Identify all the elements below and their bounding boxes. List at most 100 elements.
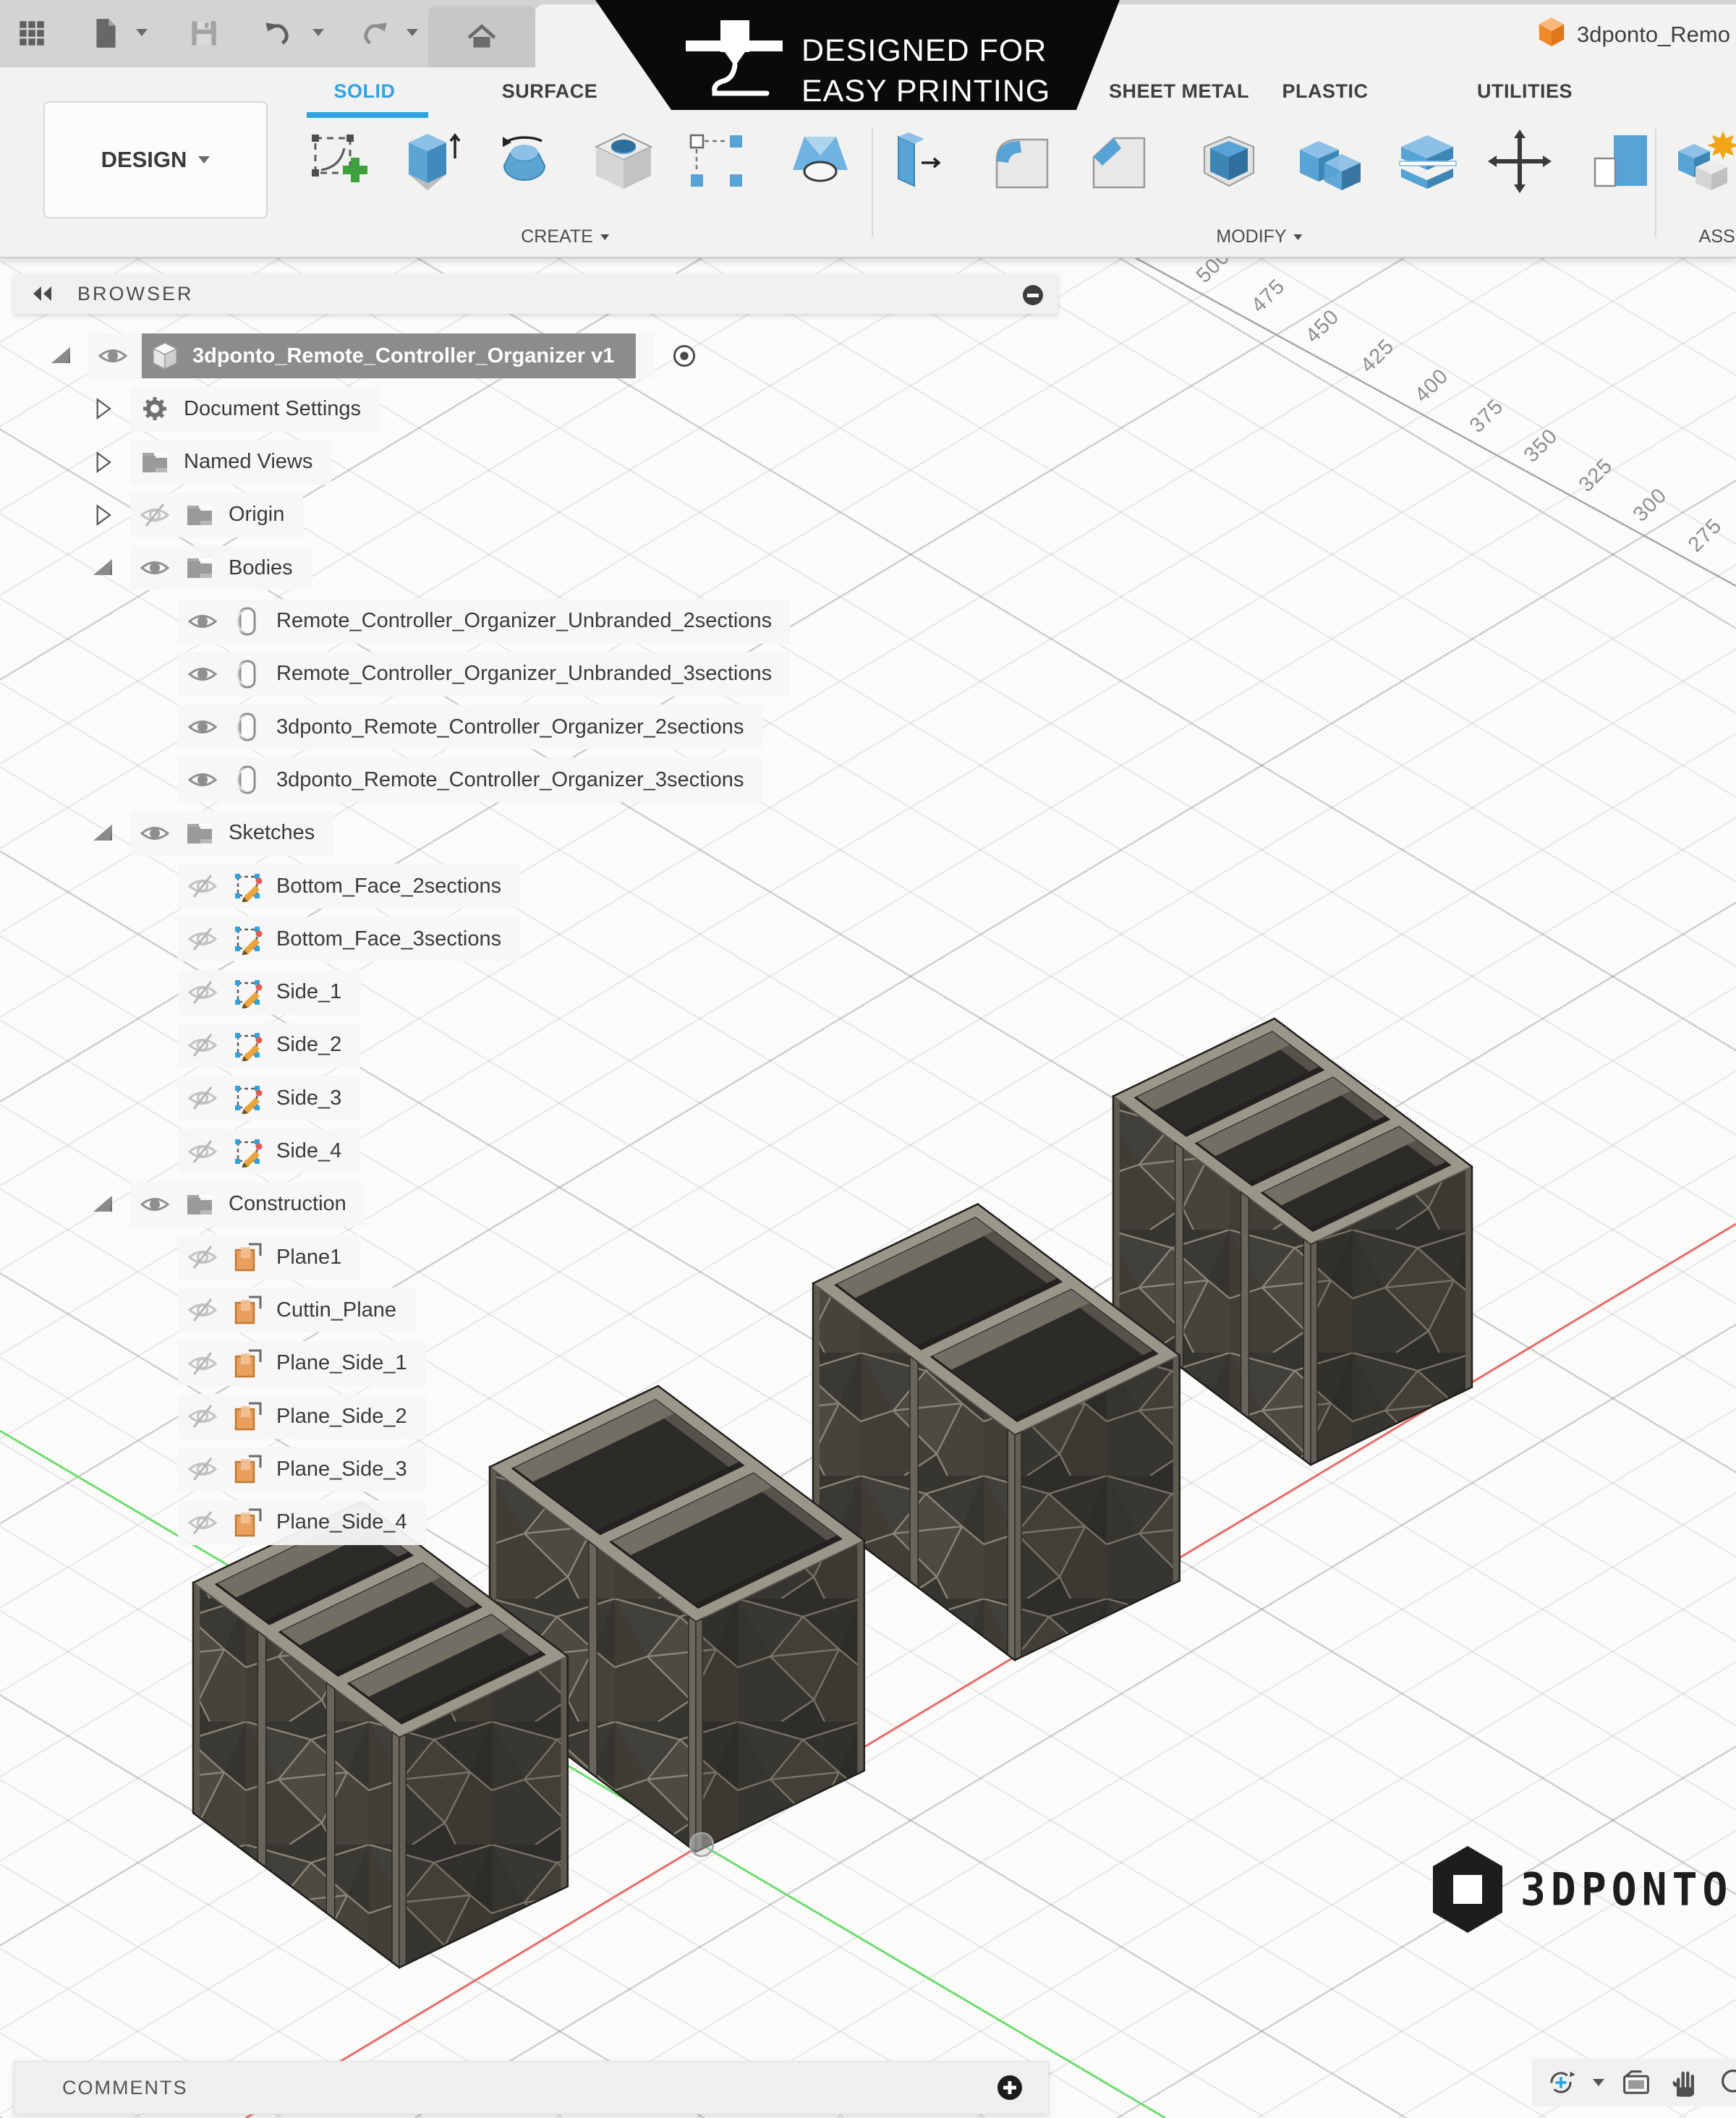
browser-row-plane-side-3[interactable]: Plane_Side_3 [178, 1446, 426, 1492]
folder-icon [184, 552, 216, 584]
create-sketch-icon [305, 128, 372, 195]
eye-off-icon [187, 1082, 218, 1114]
minimize-panel-icon[interactable] [1021, 284, 1044, 307]
file-caret-icon[interactable] [136, 29, 148, 36]
row-label: Side_3 [276, 1086, 341, 1110]
group-divider [872, 129, 873, 237]
eye-on-icon [97, 340, 129, 372]
browser-header[interactable]: BROWSER [14, 273, 1058, 314]
browser-row-plane-side-1[interactable]: Plane_Side_1 [178, 1340, 426, 1387]
row-label: Plane_Side_1 [276, 1351, 407, 1375]
browser-row-side-2[interactable]: Side_2 [178, 1022, 360, 1068]
tool-move-copy[interactable] [1484, 124, 1556, 199]
tool-shell[interactable] [1193, 124, 1265, 199]
tool-revolve[interactable] [488, 124, 561, 199]
tri-closed-icon [88, 448, 117, 477]
nav-orbit-icon[interactable] [1544, 2065, 1578, 2100]
undo-icon[interactable] [260, 16, 295, 51]
undo-caret-icon[interactable] [312, 29, 324, 36]
browser-row-bodies[interactable]: Bodies [88, 545, 312, 591]
browser-row-3dponto-remote-controller-organizer-2sections[interactable]: 3dponto_Remote_Controller_Organizer_2sec… [178, 704, 762, 750]
browser-row-sketches[interactable]: Sketches [88, 810, 333, 856]
group-label-create[interactable]: CREATE [521, 226, 609, 247]
eye-off-icon [187, 1507, 218, 1539]
plane-icon [231, 1294, 263, 1326]
tri-closed-icon [88, 501, 117, 530]
design-menu-label: DESIGN [101, 147, 187, 173]
browser-row-plane-side-4[interactable]: Plane_Side_4 [178, 1500, 426, 1546]
move-copy-icon [1486, 128, 1553, 195]
save-icon [187, 17, 221, 50]
tool-combine[interactable] [1294, 124, 1366, 199]
row-label: Side_1 [276, 980, 341, 1004]
group-label-modify[interactable]: MODIFY [1216, 226, 1302, 247]
row-label: Sketches [229, 821, 315, 845]
redo-caret-icon[interactable] [407, 29, 418, 36]
home-tab[interactable] [428, 6, 535, 67]
browser-row-side-4[interactable]: Side_4 [178, 1128, 360, 1175]
browser-row-origin[interactable]: Origin [88, 492, 303, 538]
folder-icon [184, 817, 216, 849]
home-icon [465, 20, 498, 54]
document-cube-icon [1536, 14, 1567, 55]
document-tab[interactable]: 3dponto_Remo [535, 4, 1736, 67]
tool-chamfer[interactable] [1082, 124, 1154, 199]
browser-row-3dponto-remote-controller-organizer-3sections[interactable]: 3dponto_Remote_Controller_Organizer_3sec… [178, 757, 762, 803]
tool-new-component[interactable] [1671, 124, 1736, 199]
nav-zoom-icon[interactable] [1717, 2065, 1736, 2100]
design-menu-button[interactable]: DESIGN [43, 101, 268, 218]
tool-press-pull[interactable] [884, 124, 956, 199]
group-label-asse[interactable]: ASSE [1699, 226, 1736, 247]
row-label: Document Settings [184, 397, 361, 421]
tool-form[interactable] [784, 124, 856, 199]
collapse-panel-icon[interactable] [30, 281, 59, 307]
ribbon-tab-solid[interactable]: SOLID [333, 80, 395, 103]
browser-row-cuttin-plane[interactable]: Cuttin_Plane [178, 1287, 415, 1333]
browser-row-document-settings[interactable]: Document Settings [88, 386, 380, 432]
browser-row-3dponto-remote-controller-organizer-v1[interactable]: 3dponto_Remote_Controller_Organizer v1 [46, 333, 701, 379]
tool-split-body[interactable] [1391, 124, 1463, 199]
tool-create-sketch[interactable] [302, 124, 375, 199]
browser-row-remote-controller-organizer-unbranded-3sections[interactable]: Remote_Controller_Organizer_Unbranded_3s… [178, 651, 791, 697]
browser-row-construction[interactable]: Construction [88, 1181, 365, 1228]
shell-icon [1196, 128, 1262, 195]
redo-icon[interactable] [357, 16, 392, 51]
ribbon-tab-surface[interactable]: SURFACE [502, 80, 598, 103]
tool-extrude[interactable] [396, 124, 468, 199]
browser-row-plane1[interactable]: Plane1 [178, 1234, 360, 1280]
ribbon-tab-sheet-metal[interactable]: SHEET METAL [1109, 80, 1249, 103]
eye-off-icon [139, 499, 171, 531]
ribbon-tab-plastic[interactable]: PLASTIC [1282, 80, 1368, 103]
row-label: Bottom_Face_3sections [276, 927, 501, 951]
plane-icon [231, 1241, 263, 1273]
ribbon-tab-utilities[interactable]: UTILITIES [1477, 80, 1573, 103]
browser-row-side-3[interactable]: Side_3 [178, 1075, 360, 1121]
row-label: Plane1 [276, 1246, 341, 1269]
browser-row-plane-side-2[interactable]: Plane_Side_2 [178, 1393, 426, 1439]
body-icon [231, 711, 263, 743]
app-grid-icon[interactable] [14, 16, 49, 51]
browser-row-bottom-face-3sections[interactable]: Bottom_Face_3sections [178, 916, 520, 962]
nav-orbit-caret-icon[interactable] [1593, 2079, 1604, 2086]
tool-fillet[interactable] [985, 124, 1058, 199]
comments-label: COMMENTS [62, 2077, 188, 2099]
browser-row-side-1[interactable]: Side_1 [178, 969, 360, 1016]
browser-row-named-views[interactable]: Named Views [88, 439, 331, 485]
nav-look-at-icon[interactable] [1619, 2065, 1654, 2100]
browser-row-bottom-face-2sections[interactable]: Bottom_Face_2sections [178, 863, 520, 909]
save-icon[interactable] [187, 16, 221, 51]
tool-rectangular-pattern[interactable] [681, 124, 753, 199]
add-comment-icon[interactable] [996, 2074, 1024, 2101]
body-icon [231, 658, 263, 690]
sketch-icon [231, 870, 263, 902]
eye-off-icon [187, 923, 218, 955]
comments-bar[interactable]: COMMENTS [14, 2061, 1049, 2114]
tool-replace-face[interactable] [1585, 124, 1657, 199]
browser-row-remote-controller-organizer-unbranded-2sections[interactable]: Remote_Controller_Organizer_Unbranded_2s… [178, 598, 791, 645]
3dponto-logo: 3DPONTO [1431, 1845, 1732, 1934]
fillet-icon [988, 128, 1055, 195]
tool-hole[interactable] [587, 124, 660, 199]
file-new-icon[interactable] [88, 16, 123, 51]
row-label: Named Views [184, 450, 312, 474]
nav-pan-icon[interactable] [1668, 2065, 1703, 2100]
